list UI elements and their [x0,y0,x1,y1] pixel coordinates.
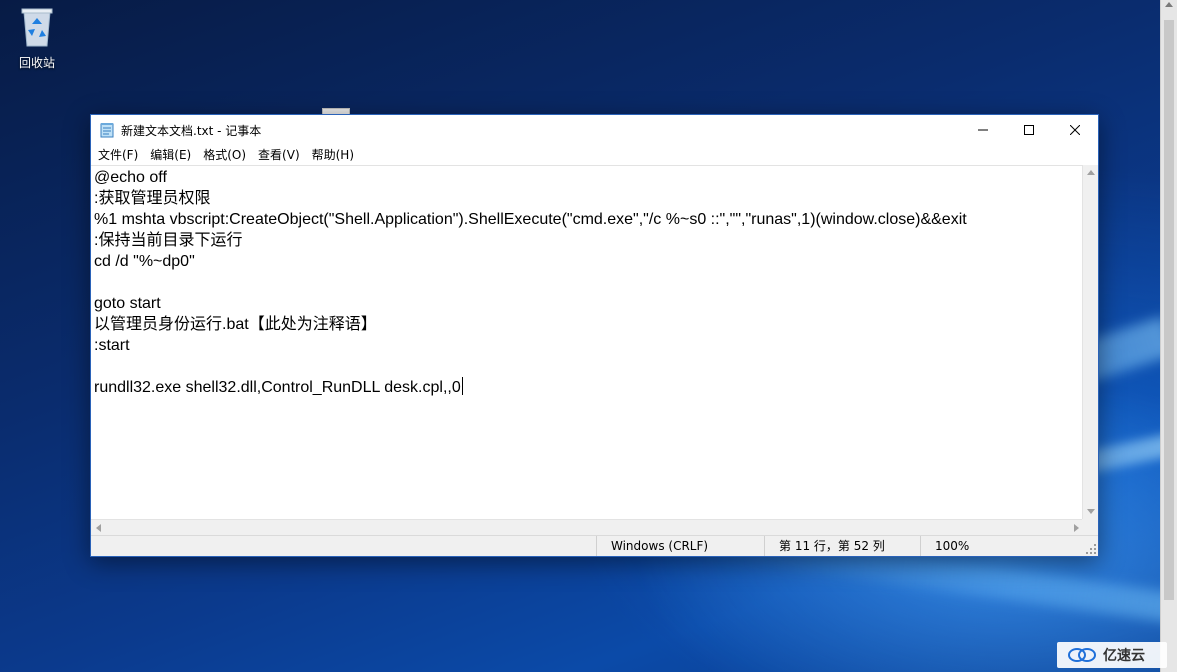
menu-file[interactable]: 文件(F) [93,145,145,165]
status-encoding: Windows (CRLF) [596,536,764,556]
text-caret [461,377,463,395]
scroll-thumb[interactable] [1164,20,1174,600]
minimize-icon [978,129,988,131]
maximize-icon [1024,125,1034,135]
watermark-text: 亿速云 [1103,648,1145,664]
horizontal-scrollbar[interactable] [91,519,1084,535]
close-icon [1070,125,1080,135]
recycle-bin-shortcut[interactable]: 回收站 [8,6,66,71]
menu-edit[interactable]: 编辑(E) [145,145,198,165]
status-bar: Windows (CRLF) 第 11 行，第 52 列 100% [91,535,1098,556]
text-editor[interactable]: @echo off :获取管理员权限 %1 mshta vbscript:Cre… [91,165,1084,519]
editor-line: %1 mshta vbscript:CreateObject("Shell.Ap… [94,211,967,228]
scroll-left-arrow-icon[interactable] [96,524,101,532]
yisu-cloud-logo-icon [1068,648,1096,662]
close-button[interactable] [1052,115,1098,145]
scroll-up-arrow-icon[interactable] [1165,2,1173,7]
menu-format[interactable]: 格式(O) [198,145,253,165]
menu-view[interactable]: 查看(V) [253,145,307,165]
minimize-button[interactable] [960,115,1006,145]
editor-line-current: rundll32.exe shell32.dll,Control_RunDLL … [94,377,463,398]
recycle-bin-icon [20,6,54,48]
scroll-right-arrow-icon[interactable] [1074,524,1079,532]
editor-line: goto start [94,295,161,312]
notepad-window: 新建文本文档.txt - 记事本 文件(F) 编辑(E) 格式(O) 查看(V)… [90,114,1099,557]
editor-line: @echo off [94,169,167,186]
title-bar[interactable]: 新建文本文档.txt - 记事本 [91,115,1098,145]
recycle-bin-label: 回收站 [18,56,55,70]
maximize-button[interactable] [1006,115,1052,145]
status-zoom: 100% [920,536,1080,556]
editor-line: :start [94,337,130,354]
menu-help[interactable]: 帮助(H) [307,145,361,165]
scrollbar-corner [1082,519,1098,535]
editor-line: :获取管理员权限 [94,190,211,207]
scroll-up-arrow-icon[interactable] [1087,170,1095,175]
editor-line: 以管理员身份运行.bat【此处为注释语】 [94,316,377,333]
editor-line: cd /d "%~dp0" [94,253,195,270]
window-title: 新建文本文档.txt - 记事本 [121,123,262,138]
editor-line-text: rundll32.exe shell32.dll,Control_RunDLL … [94,379,461,396]
notepad-icon [99,122,115,138]
desktop-scrollbar[interactable] [1160,0,1177,672]
vertical-scrollbar[interactable] [1082,165,1098,519]
resize-grip-icon[interactable] [1086,544,1096,554]
menu-bar: 文件(F) 编辑(E) 格式(O) 查看(V) 帮助(H) [91,145,1098,165]
status-cursor-position: 第 11 行，第 52 列 [764,536,920,556]
editor-line: :保持当前目录下运行 [94,232,243,249]
scroll-down-arrow-icon[interactable] [1087,509,1095,514]
watermark: 亿速云 [1057,642,1167,668]
